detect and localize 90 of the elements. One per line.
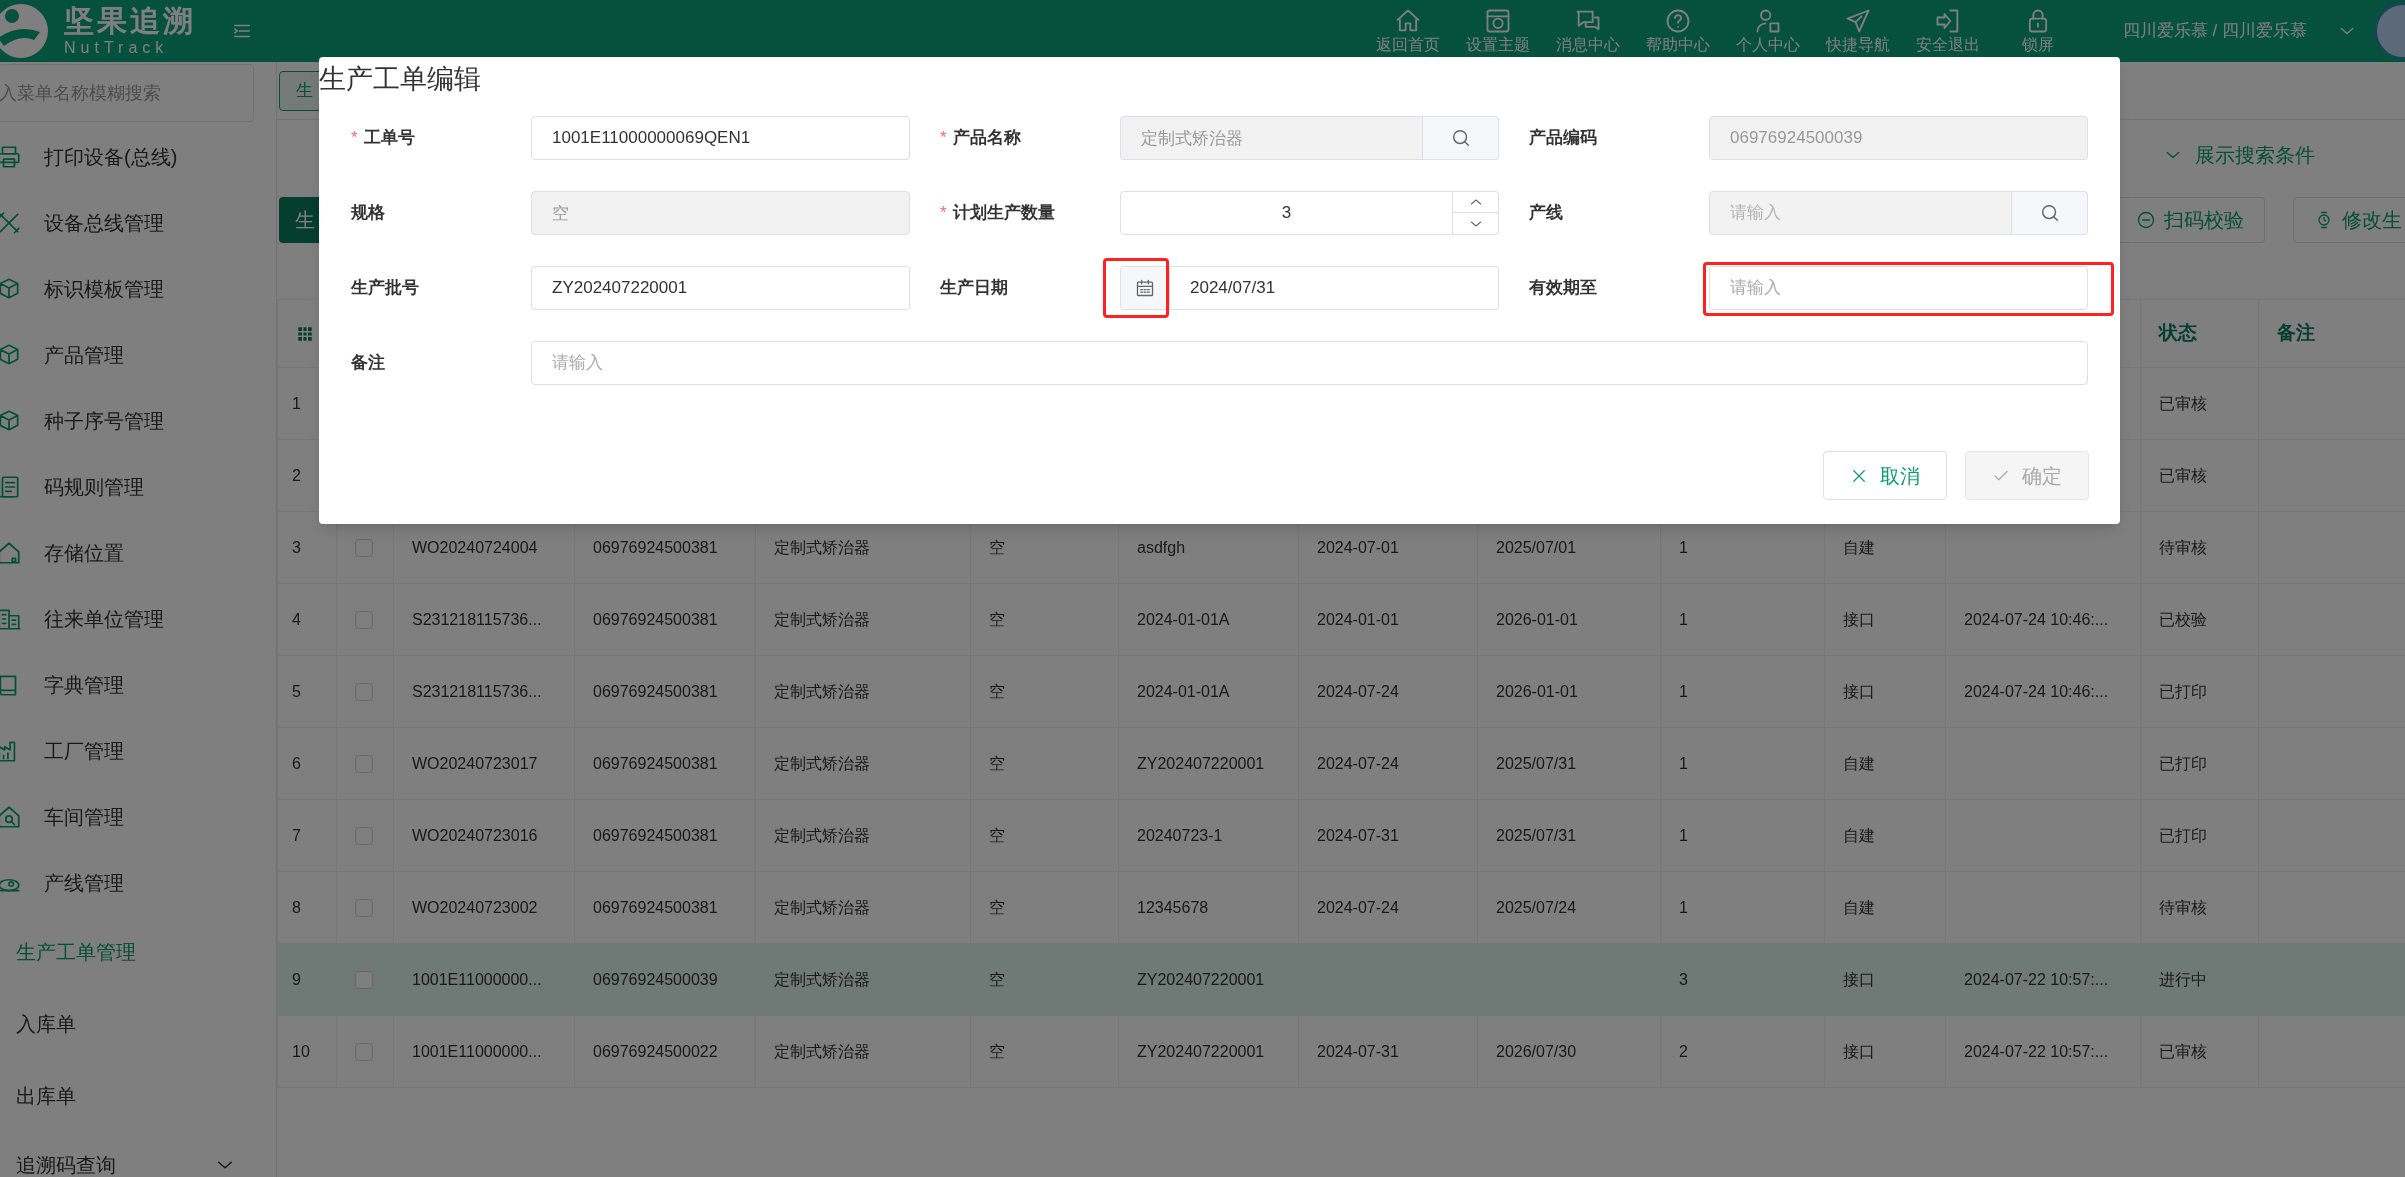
input-field[interactable]: ZY202407220001 [531, 266, 910, 310]
field-label: 备注 [351, 352, 385, 375]
required-mark: * [940, 127, 947, 150]
table-cell: 10 [278, 1016, 337, 1088]
sidebar-item[interactable]: 标识模板管理 [0, 256, 276, 322]
building-icon [0, 606, 22, 632]
checkbox[interactable] [355, 538, 373, 557]
logo-subtitle: NutTrack [64, 40, 170, 56]
checkbox[interactable] [355, 682, 373, 701]
sidebar-item[interactable]: 车间管理 [0, 784, 276, 850]
input-field[interactable]: 请输入 [1709, 266, 2088, 310]
tools-icon [0, 210, 22, 236]
nav-button[interactable]: 安全退出 [1902, 7, 1993, 55]
input-field[interactable]: 3 [1120, 191, 1453, 235]
table-row[interactable]: 4 S231218115736... 06976924500381 定制式矫治器 空 2024-01-01A 2024-01-01 2026-01-01 1 接口 2024-07-24 10:46:... 已校验 [278, 584, 2405, 656]
cancel-button[interactable]: 取消 [1823, 451, 1947, 500]
checkbox[interactable] [355, 826, 373, 845]
nav-button[interactable]: 返回首页 [1362, 7, 1453, 55]
sidebar-item[interactable]: 存储位置 [0, 520, 276, 586]
field-label: 产线 [1529, 202, 1563, 225]
user-menu[interactable]: 四川爱乐慕 / 四川爱乐慕 [2122, 18, 2357, 44]
table-cell: 接口 [1825, 1016, 1946, 1088]
sidebar-item[interactable]: 打印设备(总线) [0, 124, 276, 190]
table-cell: ZY202407220001 [1119, 1016, 1299, 1088]
search-toggle[interactable]: 展示搜索条件 [2163, 140, 2315, 170]
checkbox[interactable] [355, 898, 373, 917]
sidebar-item[interactable]: 产线管理 [0, 850, 276, 916]
sidebar-item[interactable]: 设备总线管理 [0, 190, 276, 256]
table-cell: 2024-07-22 10:57:... [1946, 1016, 2141, 1088]
nav-button[interactable]: 消息中心 [1542, 7, 1633, 55]
logo-title: 坚果追溯 [64, 6, 196, 36]
table-cell: 2026/07/30 [1478, 1016, 1661, 1088]
sidebar-item[interactable]: 出库单 [0, 1060, 276, 1132]
field-label: 生产日期 [940, 277, 1008, 300]
table-cell: 空 [971, 1016, 1119, 1088]
table-row[interactable]: 6 WO20240723017 06976924500381 定制式矫治器 空 ZY202407220001 2024-07-24 2025/07/31 1 自建 已打印 [278, 728, 2405, 800]
table-row[interactable]: 7 WO20240723016 06976924500381 定制式矫治器 空 20240723-1 2024-07-31 2025/07/31 1 自建 已打印 [278, 800, 2405, 872]
decrement-button[interactable] [1453, 213, 1499, 235]
field-label: 产品编码 [1529, 127, 1597, 150]
table-cell: 已审核 [2141, 1016, 2259, 1088]
required-mark: * [940, 202, 947, 225]
increment-button[interactable] [1453, 191, 1499, 213]
nav-button[interactable]: 帮助中心 [1632, 7, 1723, 55]
table-row[interactable]: 9 1001E11000000... 06976924500039 定制式矫治器 空 ZY202407220001 3 接口 2024-07-22 10:57:... 进行中 [278, 944, 2405, 1016]
calendar-icon [1135, 278, 1155, 298]
field-label: 有效期至 [1529, 277, 1597, 300]
scan-icon [2136, 210, 2156, 230]
input-field[interactable]: 请输入 [531, 341, 2088, 385]
input-field[interactable]: 1001E11000000069QEN1 [531, 116, 910, 160]
sidebar-item[interactable]: 入库单 [0, 988, 276, 1060]
field-label: 工单号 [363, 127, 415, 150]
sidebar-item[interactable]: 工厂管理 [0, 718, 276, 784]
checkbox[interactable] [355, 970, 373, 989]
sidebar-item[interactable]: 种子序号管理 [0, 388, 276, 454]
sidebar-item[interactable]: 生产工单管理 [0, 916, 276, 988]
table-cell: 1001E11000000... [394, 1016, 575, 1088]
table-cell: 2 [1661, 1016, 1825, 1088]
sidebar-item[interactable]: 追溯码查询 [0, 1132, 276, 1177]
field-label: 生产批号 [351, 277, 419, 300]
table-cell: 06976924500022 [575, 1016, 756, 1088]
table-row[interactable]: 10 1001E11000000... 06976924500022 定制式矫治器 空 ZY202407220001 2024-07-31 2026/07/30 2 接口 2024-07-22 10:57:... 已审核 [278, 1016, 2405, 1088]
table-cell: 定制式矫治器 [756, 1016, 971, 1088]
sidebar-item[interactable]: 产品管理 [0, 322, 276, 388]
checkbox[interactable] [355, 610, 373, 629]
field-label: 计划生产数量 [952, 202, 1055, 225]
grid-icon[interactable] [296, 324, 314, 343]
search-button[interactable] [2012, 191, 2088, 235]
calendar-button[interactable] [1120, 266, 1170, 310]
sidebar-item[interactable]: 往来单位管理 [0, 586, 276, 652]
search-button[interactable] [1423, 116, 1499, 160]
nav-button[interactable]: 个人中心 [1722, 7, 1813, 55]
checkbox[interactable] [355, 754, 373, 773]
document-icon [0, 474, 22, 500]
table-cell: 2024-07-31 [1299, 1016, 1478, 1088]
printer-icon [0, 144, 22, 170]
table-row[interactable]: 5 S231218115736... 06976924500381 定制式矫治器 空 2024-01-01A 2024-07-24 2026-01-01 1 接口 2024-07-24 10:46:... 已打印 [278, 656, 2405, 728]
nav-button[interactable]: 锁屏 [1992, 7, 2083, 55]
field-label: 规格 [351, 202, 385, 225]
required-mark: * [351, 127, 358, 150]
nav-button[interactable]: 设置主题 [1452, 7, 1543, 55]
sidebar-item[interactable]: 字典管理 [0, 652, 276, 718]
house-icon [0, 540, 22, 566]
table-row[interactable]: 8 WO20240723002 06976924500381 定制式矫治器 空 12345678 2024-07-24 2025/07/24 1 自建 待审核 [278, 872, 2405, 944]
house-icon [0, 804, 22, 830]
sidebar-item[interactable]: 码规则管理 [0, 454, 276, 520]
input-field[interactable]: 2024/07/31 [1170, 266, 1499, 310]
field-label: 产品名称 [952, 127, 1021, 150]
checkbox[interactable] [355, 1042, 373, 1061]
nav-button[interactable]: 快捷导航 [1812, 7, 1903, 55]
toolbar-button[interactable]: 修改生 [2293, 197, 2405, 243]
